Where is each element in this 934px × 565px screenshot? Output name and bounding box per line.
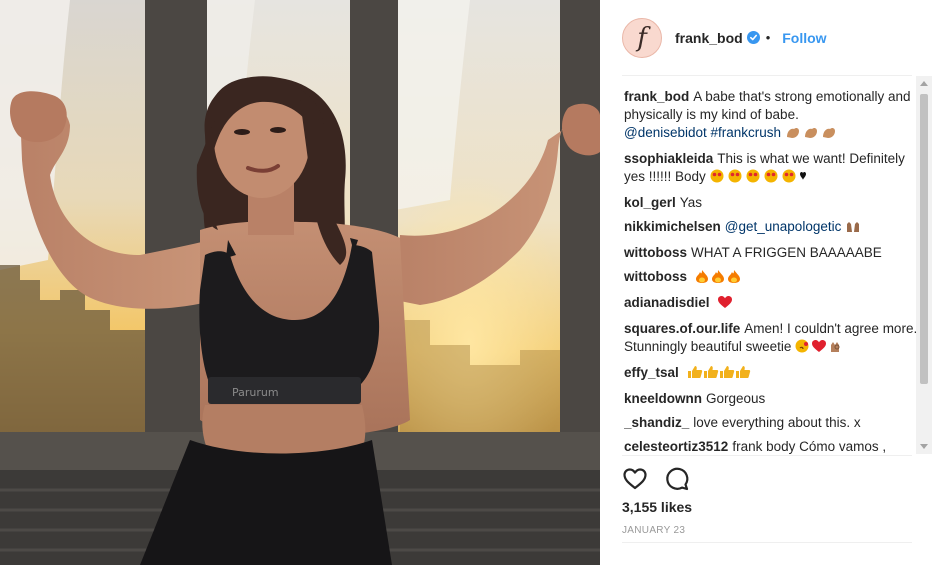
thumbs-up-icon (687, 365, 753, 384)
comment-item: ssophiakleida This is what we want! Defin… (624, 150, 918, 188)
likes-count[interactable]: 3,155 likes (622, 499, 692, 515)
scroll-down-arrow-icon[interactable] (920, 444, 928, 449)
comment-item: nikkimichelsen @get_unapologetic (624, 218, 918, 238)
comment-username[interactable]: adianadisdiel (624, 295, 710, 310)
heart-outline-icon[interactable] (622, 466, 648, 492)
comment-item: squares.of.our.life Amen! I couldn't agre… (624, 320, 918, 358)
comment-username[interactable]: _shandiz_ (624, 415, 689, 430)
comments-scrollbar[interactable] (916, 76, 932, 454)
comment-username[interactable]: ssophiakleida (624, 151, 713, 166)
author-username[interactable]: frank_bod (675, 30, 743, 46)
post-header: f frank_bod • Follow (622, 0, 912, 76)
comment-username[interactable]: effy_tsal (624, 365, 679, 380)
post-sidebar: f frank_bod • Follow frank_bod A babe tha… (600, 0, 934, 565)
comment-username[interactable]: wittoboss (624, 245, 687, 260)
post-photo[interactable]: Parurum (0, 0, 600, 565)
post-actions: 3,155 likes JANUARY 23 (622, 455, 912, 541)
header-separator: • (765, 30, 771, 45)
fire-icon (695, 269, 743, 288)
comment-item: wittoboss (624, 268, 918, 288)
comment-item: kol_gerl Yas (624, 194, 918, 212)
heart-eyes-icon (710, 169, 806, 188)
comment-text: love everything about this. x (693, 415, 861, 430)
comment-item: wittoboss WHAT A FRIGGEN BAAAAABE (624, 244, 918, 262)
comment-item: adianadisdiel (624, 294, 918, 314)
avatar-letter: f (637, 22, 647, 53)
comment-username[interactable]: frank_bod (624, 89, 689, 104)
post-photo-illustration: Parurum (0, 0, 600, 565)
comment-username[interactable]: squares.of.our.life (624, 321, 740, 336)
comment-username[interactable]: wittoboss (624, 269, 687, 284)
comment-item: _shandiz_ love everything about this. x (624, 414, 918, 432)
scroll-up-arrow-icon[interactable] (920, 81, 928, 86)
raising-hands-icon (845, 219, 861, 238)
photo-brand-text: Parurum (232, 386, 279, 399)
comment-username[interactable]: celesteortiz3512 (624, 439, 728, 454)
comment-text: Gorgeous (706, 391, 766, 406)
comment-username[interactable]: kol_gerl (624, 195, 676, 210)
red-heart-icon (717, 295, 733, 314)
comment-username[interactable]: kneeldownn (624, 391, 702, 406)
comment-item: effy_tsal (624, 364, 918, 384)
comment-links[interactable]: @get_unapologetic (725, 219, 842, 234)
divider (622, 542, 912, 543)
comment-username[interactable]: nikkimichelsen (624, 219, 721, 234)
scrollbar-thumb[interactable] (920, 94, 928, 384)
comment-text: WHAT A FRIGGEN BAAAAABE (691, 245, 882, 260)
follow-button[interactable]: Follow (782, 30, 826, 46)
flexed-biceps-icon (785, 125, 837, 144)
comment-item: kneeldownn Gorgeous (624, 390, 918, 408)
post-date[interactable]: JANUARY 23 (622, 525, 685, 536)
comment-links[interactable]: @denisebidot #frankcrush (624, 125, 781, 140)
comments-list[interactable]: frank_bod A babe that's strong emotionall… (624, 88, 918, 454)
kiss-heart-ok-icon (795, 339, 845, 358)
avatar[interactable]: f (622, 17, 662, 58)
verified-badge-icon (746, 31, 760, 44)
comment-item: frank_bod A babe that's strong emotionall… (624, 88, 918, 144)
comment-text: Yas (679, 195, 703, 210)
comment-bubble-icon[interactable] (664, 466, 690, 492)
comment-item: celesteortiz3512 frank body Cómo vamos , … (624, 438, 918, 454)
